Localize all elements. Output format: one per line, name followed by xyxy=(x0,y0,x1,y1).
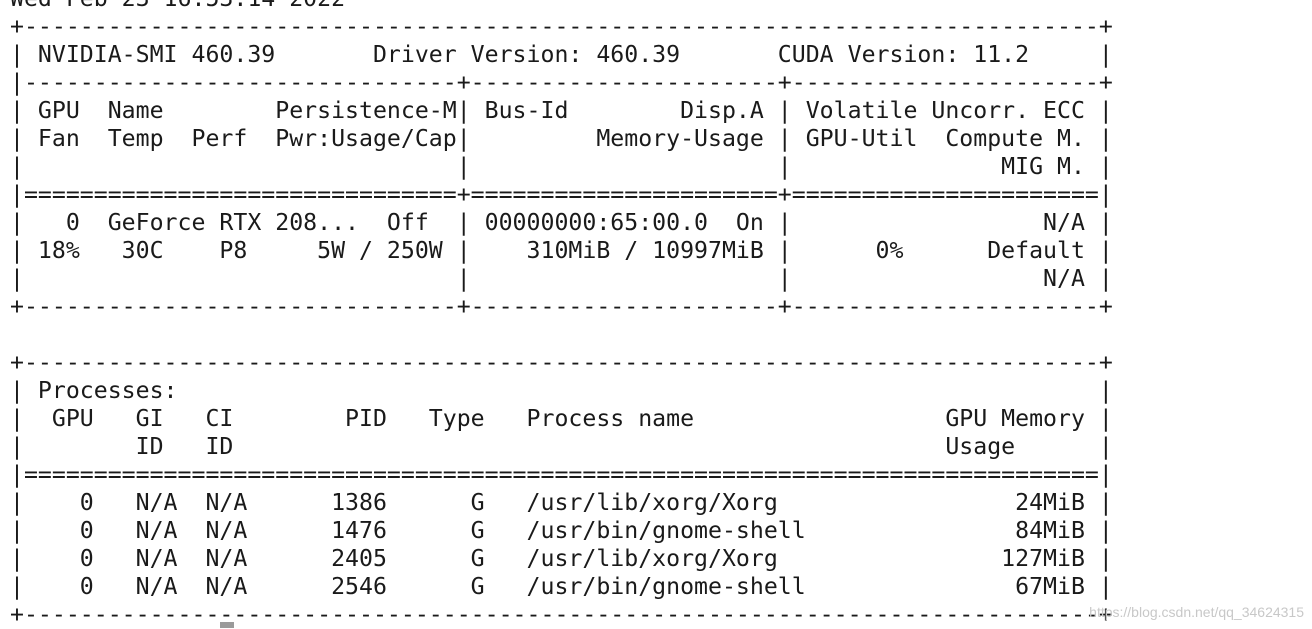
process-table-border-top: +---------------------------------------… xyxy=(10,349,1113,376)
process-column-header-row-1: | GPU GI CI PID Type Process name GPU Me… xyxy=(10,405,1113,432)
processes-title: | Processes: | xyxy=(10,377,1113,404)
process-row: | 0 N/A N/A 2405 G /usr/lib/xorg/Xorg 12… xyxy=(10,545,1113,572)
process-header-divider: |=======================================… xyxy=(10,461,1113,488)
table-separator: |-------------------------------+-------… xyxy=(10,69,1113,96)
process-row: | 0 N/A N/A 1386 G /usr/lib/xorg/Xorg 24… xyxy=(10,489,1113,516)
table-border-top: +---------------------------------------… xyxy=(10,13,1113,40)
gpu-row-1: | 0 GeForce RTX 208... Off | 00000000:65… xyxy=(10,209,1113,236)
terminal-output: Wed Feb 23 16:53:14 2022+---------------… xyxy=(10,0,1113,629)
version-header-row: | NVIDIA-SMI 460.39 Driver Version: 460.… xyxy=(10,41,1113,68)
gpu-table-border-bottom: +-------------------------------+-------… xyxy=(10,293,1113,320)
process-row: | 0 N/A N/A 1476 G /usr/bin/gnome-shell … xyxy=(10,517,1113,544)
gpu-header-divider: |===============================+=======… xyxy=(10,181,1113,208)
gpu-column-header-row-2: | Fan Temp Perf Pwr:Usage/Cap| Memory-Us… xyxy=(10,125,1113,152)
terminal-cursor xyxy=(220,622,234,628)
gpu-column-header-row-3: | | | MIG M. | xyxy=(10,153,1113,180)
gpu-column-header-row-1: | GPU Name Persistence-M| Bus-Id Disp.A … xyxy=(10,97,1113,124)
watermark: https://blog.csdn.net/qq_34624315 xyxy=(1089,604,1304,620)
process-row: | 0 N/A N/A 2546 G /usr/bin/gnome-shell … xyxy=(10,573,1113,600)
process-table-border-bottom: +---------------------------------------… xyxy=(10,601,1113,628)
gpu-row-2: | 18% 30C P8 5W / 250W | 310MiB / 10997M… xyxy=(10,237,1113,264)
process-column-header-row-2: | ID ID Usage | xyxy=(10,433,1113,460)
gpu-row-3: | | | N/A | xyxy=(10,265,1113,292)
timestamp-line: Wed Feb 23 16:53:14 2022 xyxy=(10,0,1113,13)
